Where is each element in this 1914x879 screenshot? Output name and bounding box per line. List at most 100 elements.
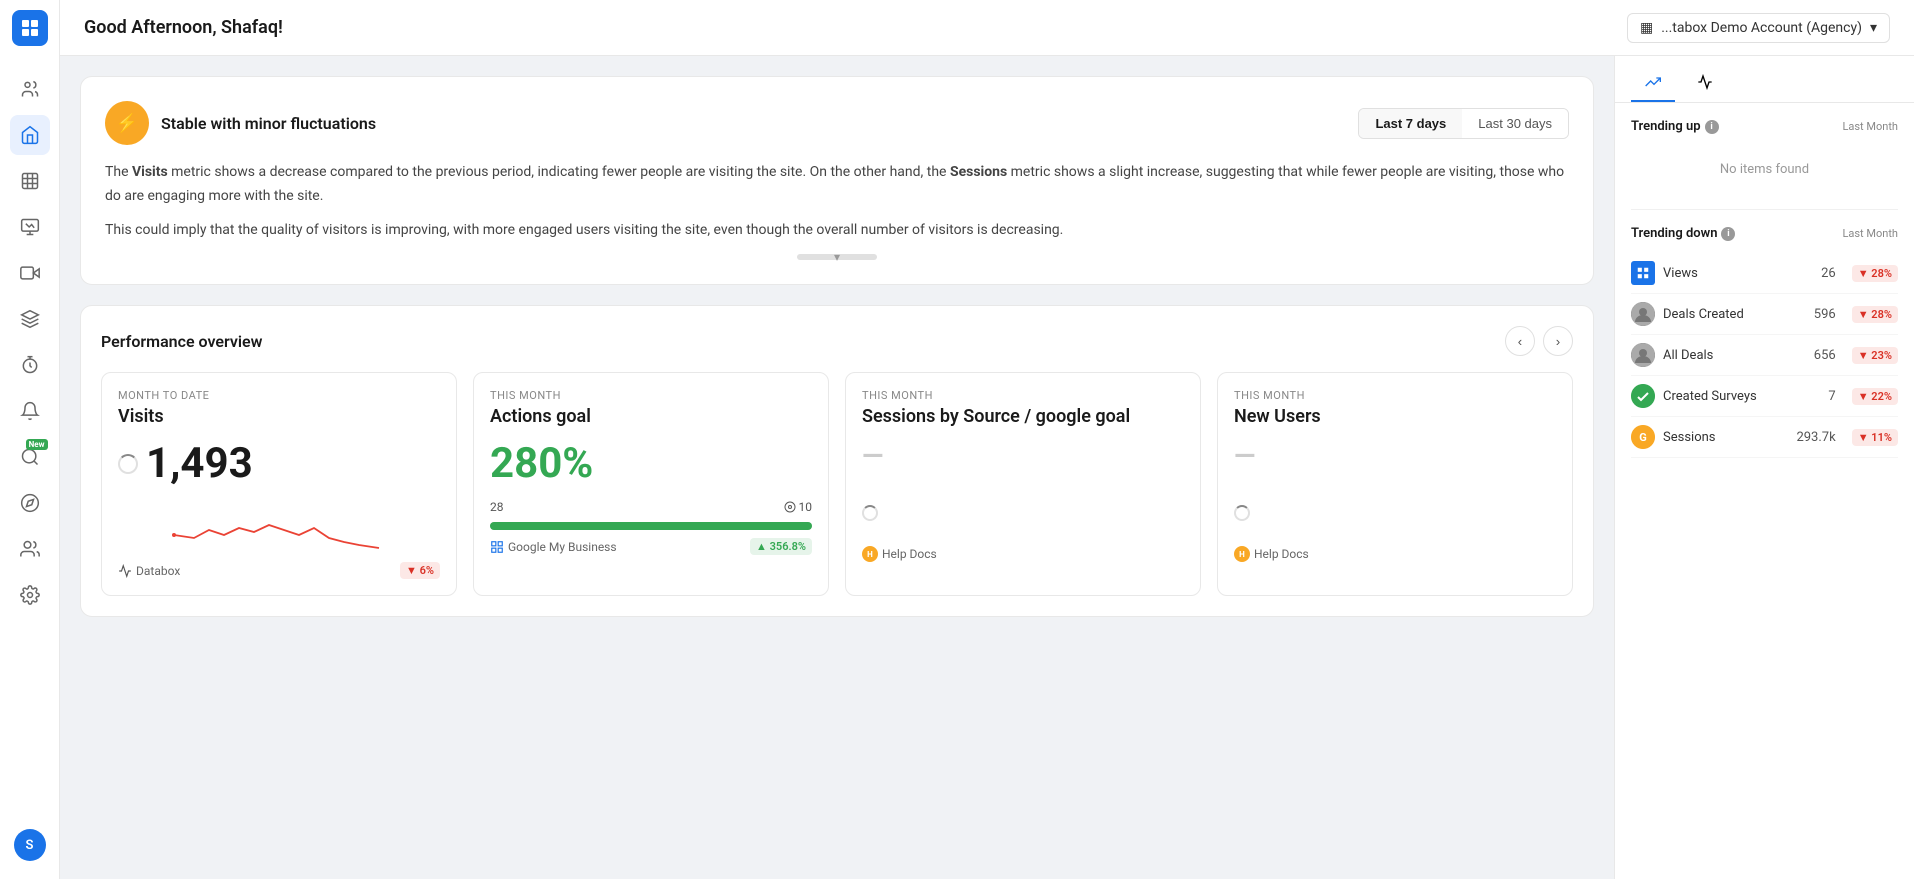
new-badge: New <box>26 439 48 450</box>
trend-name-all-deals: All Deals <box>1663 348 1806 363</box>
metric-card-actions: This Month Actions goal 280% 28 10 <box>473 372 829 596</box>
trend-row-surveys: Created Surveys 7 ▼ 22% <box>1631 376 1898 417</box>
trend-badge-all-deals: ▼ 23% <box>1852 347 1898 364</box>
trend-value-views: 26 <box>1821 266 1836 281</box>
svg-text:G: G <box>1639 431 1647 444</box>
source-visits: Databox <box>118 564 180 578</box>
metric-sub-actions: 28 10 <box>490 500 812 514</box>
trending-up-period: Last Month <box>1842 120 1898 133</box>
badge-visits: ▼ 6% <box>400 562 440 579</box>
insight-card: ⚡ Stable with minor fluctuations Last 7 … <box>80 76 1594 285</box>
sidebar-item-video[interactable] <box>10 253 50 293</box>
topbar: Good Afternoon, Shafaq! ▦ ...tabox Demo … <box>60 0 1914 56</box>
metric-footer-sessions: H Help Docs <box>862 546 1184 562</box>
trending-down-period: Last Month <box>1842 227 1898 240</box>
performance-section: Performance overview ‹ › Month to Date V… <box>80 305 1594 617</box>
sidebar-item-timer[interactable] <box>10 345 50 385</box>
sidebar-item-settings[interactable] <box>10 575 50 615</box>
sub-goal-actions: 10 <box>784 500 813 514</box>
source-actions: Google My Business <box>490 540 617 554</box>
insight-body: The Visits metric shows a decrease compa… <box>105 161 1569 242</box>
trend-row-deals-created: Deals Created 596 ▼ 28% <box>1631 294 1898 335</box>
sidebar-item-home[interactable] <box>10 115 50 155</box>
info-icon-up: i <box>1705 120 1719 134</box>
trend-row-sessions: G Sessions 293.7k ▼ 11% <box>1631 417 1898 458</box>
metric-footer-visits: Databox ▼ 6% <box>118 562 440 579</box>
source-newusers: H Help Docs <box>1234 546 1309 562</box>
metric-name-visits: Visits <box>118 406 440 427</box>
metric-label-sessions: This Month <box>862 389 1184 402</box>
metric-chart-sessions <box>862 484 1184 534</box>
panel-tab-trending[interactable] <box>1631 64 1675 102</box>
trending-up-header: Trending up i Last Month <box>1631 119 1898 134</box>
sidebar: New S <box>0 0 60 879</box>
metric-chart-visits <box>118 500 440 550</box>
sessions-bold: Sessions <box>950 164 1007 180</box>
metric-label-newusers: This Month <box>1234 389 1556 402</box>
metric-footer-actions: Google My Business ▲ 356.8% <box>490 538 812 555</box>
trend-icon-all-deals <box>1631 343 1655 367</box>
sidebar-item-compass[interactable] <box>10 483 50 523</box>
badge-actions: ▲ 356.8% <box>750 538 812 555</box>
source-sessions: H Help Docs <box>862 546 937 562</box>
insight-title: Stable with minor fluctuations <box>161 114 376 133</box>
date-toggle: Last 7 days Last 30 days <box>1358 108 1569 139</box>
info-icon-down: i <box>1721 227 1735 241</box>
insight-header: ⚡ Stable with minor fluctuations Last 7 … <box>105 101 1569 145</box>
metric-value-sessions: — <box>862 439 1184 472</box>
right-panel-tabs <box>1615 56 1914 103</box>
spinner-visits <box>118 454 138 474</box>
trending-down-header: Trending down i Last Month <box>1631 226 1898 241</box>
performance-title: Performance overview <box>101 332 262 351</box>
trending-down-section: Trending down i Last Month Views 26 ▼ 28… <box>1615 210 1914 474</box>
metric-footer-newusers: H Help Docs <box>1234 546 1556 562</box>
metric-name-actions: Actions goal <box>490 406 812 427</box>
account-selector[interactable]: ▦ ...tabox Demo Account (Agency) ▾ <box>1627 13 1890 43</box>
collapse-handle[interactable]: ▾ <box>797 254 877 260</box>
chevron-down-icon: ▾ <box>1870 20 1877 36</box>
prev-arrow[interactable]: ‹ <box>1505 326 1535 356</box>
app-logo[interactable] <box>12 10 48 46</box>
sidebar-item-bell[interactable] <box>10 391 50 431</box>
panel-tab-pulse[interactable] <box>1683 64 1727 102</box>
trend-icon-sessions: G <box>1631 425 1655 449</box>
date-btn-7days[interactable]: Last 7 days <box>1359 109 1462 138</box>
content-area: ⚡ Stable with minor fluctuations Last 7 … <box>60 56 1914 879</box>
visits-bold: Visits <box>132 164 168 180</box>
right-panel: Trending up i Last Month No items found … <box>1614 56 1914 879</box>
sidebar-item-numbers[interactable] <box>10 161 50 201</box>
trend-icon-views <box>1631 261 1655 285</box>
metric-value-visits: 1,493 <box>118 439 440 488</box>
metric-name-newusers: New Users <box>1234 406 1556 427</box>
user-avatar[interactable]: S <box>14 829 46 861</box>
performance-header: Performance overview ‹ › <box>101 326 1573 356</box>
date-btn-30days[interactable]: Last 30 days <box>1462 109 1568 138</box>
main-wrapper: Good Afternoon, Shafaq! ▦ ...tabox Demo … <box>60 0 1914 879</box>
insight-icon: ⚡ <box>105 101 149 145</box>
nav-arrows: ‹ › <box>1505 326 1573 356</box>
progress-fill-actions <box>490 522 812 530</box>
trend-name-sessions: Sessions <box>1663 430 1788 445</box>
sidebar-item-new[interactable]: New <box>10 437 50 477</box>
sidebar-item-layers[interactable] <box>10 299 50 339</box>
spinner-newusers <box>1234 505 1250 521</box>
trend-value-all-deals: 656 <box>1814 348 1836 363</box>
trending-up-section: Trending up i Last Month No items found <box>1615 103 1914 209</box>
trend-icon-deals-created <box>1631 302 1655 326</box>
trend-badge-deals-created: ▼ 28% <box>1852 306 1898 323</box>
sidebar-item-chart[interactable] <box>10 207 50 247</box>
sidebar-item-team[interactable] <box>10 529 50 569</box>
spinner-sessions <box>862 505 878 521</box>
metric-value-newusers: — <box>1234 439 1556 472</box>
help-icon-sessions: H <box>862 546 878 562</box>
sidebar-item-users[interactable] <box>10 69 50 109</box>
trending-up-title: Trending up i <box>1631 119 1719 134</box>
sub-value-actions: 28 <box>490 500 504 514</box>
page-greeting: Good Afternoon, Shafaq! <box>84 17 1627 38</box>
next-arrow[interactable]: › <box>1543 326 1573 356</box>
account-label: ...tabox Demo Account (Agency) <box>1661 20 1862 36</box>
no-items-message: No items found <box>1631 146 1898 193</box>
trend-row-all-deals: All Deals 656 ▼ 23% <box>1631 335 1898 376</box>
metric-label-actions: This Month <box>490 389 812 402</box>
trending-down-title: Trending down i <box>1631 226 1735 241</box>
